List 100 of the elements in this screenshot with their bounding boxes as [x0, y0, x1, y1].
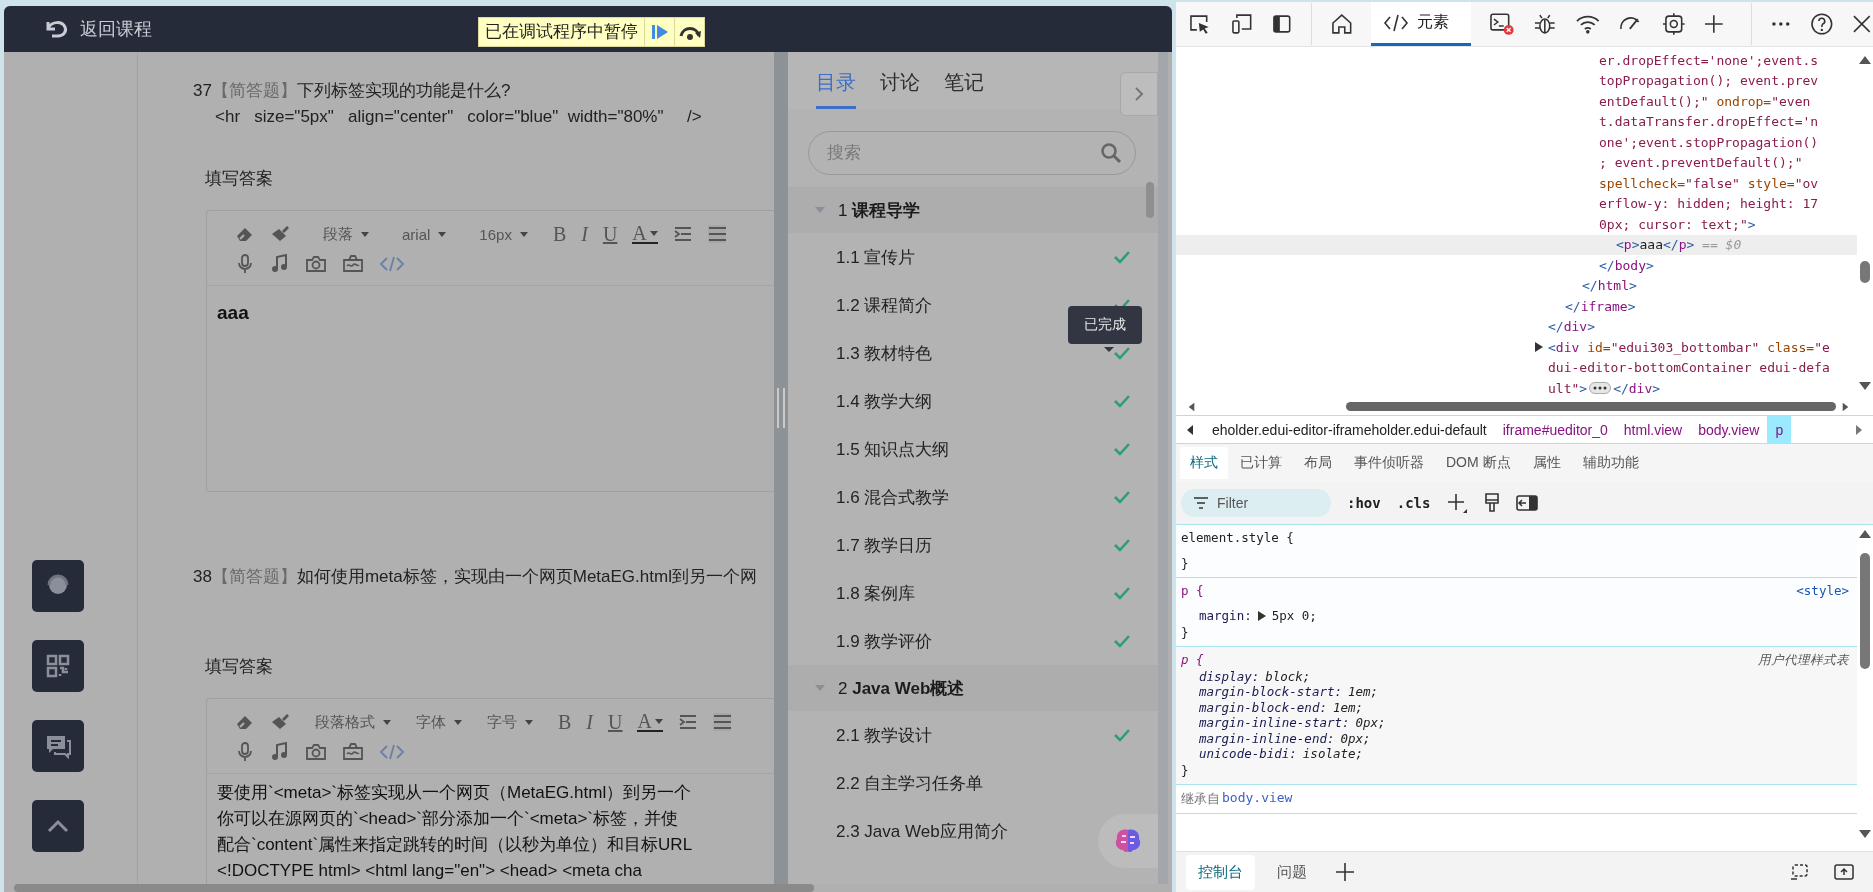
scroll-up-icon[interactable]	[1859, 529, 1871, 539]
styles-tab[interactable]: 样式	[1180, 447, 1228, 479]
breadcrumb[interactable]: html.view	[1615, 416, 1691, 443]
drawer-tab[interactable]: 问题	[1265, 854, 1319, 890]
inherited-link[interactable]: body.view	[1222, 789, 1293, 808]
console-icon[interactable]	[1489, 12, 1516, 36]
list-icon[interactable]	[712, 713, 731, 731]
underline-button[interactable]: U	[608, 710, 623, 734]
caret-left-icon[interactable]	[1186, 424, 1194, 435]
scrollbar-thumb[interactable]	[1346, 402, 1836, 411]
styles-tab[interactable]: 布局	[1294, 447, 1342, 479]
support-button[interactable]	[32, 560, 84, 612]
breadcrumb[interactable]: body.view	[1690, 416, 1768, 443]
styles-tab[interactable]: 已计算	[1230, 447, 1292, 479]
indent-icon[interactable]	[677, 713, 698, 731]
chapter-row[interactable]: 2 Java Web概述	[788, 665, 1158, 711]
underline-button[interactable]: U	[602, 222, 618, 246]
closing-brace: }	[1181, 555, 1190, 573]
ellipsis-icon[interactable]	[1589, 382, 1612, 395]
lesson-link[interactable]: 1.6 混合式教学	[836, 485, 950, 509]
chat-button[interactable]	[32, 720, 84, 772]
breadcrumb[interactable]: eholder.edui-editor-iframeholder.edui-default	[1204, 416, 1495, 443]
panel-tab[interactable]: 笔记	[944, 69, 984, 109]
back-to-top-button[interactable]	[32, 800, 84, 852]
panel-tab[interactable]: 讨论	[880, 69, 920, 109]
device-icon[interactable]	[1229, 13, 1254, 35]
format-dropdown[interactable]: 段落	[323, 224, 369, 244]
screen-cast-icon[interactable]	[1789, 863, 1811, 881]
filter-field[interactable]: Filter	[1181, 489, 1331, 517]
lesson-link[interactable]: 1.5 知识点大纲	[836, 437, 950, 461]
chapter-row[interactable]: 1 课程导学	[788, 187, 1158, 233]
format-dropdown[interactable]: 段落格式	[315, 712, 391, 732]
font-dropdown[interactable]: 字体	[416, 712, 462, 732]
hover-state-button[interactable]: :hov	[1347, 495, 1381, 511]
indent-icon[interactable]	[672, 225, 693, 243]
image-box-icon[interactable]	[342, 254, 364, 274]
lesson-link[interactable]: 2.3 Java Web应用简介	[836, 819, 1008, 843]
font-size-dropdown[interactable]: 字号	[487, 712, 533, 732]
help-icon[interactable]	[1809, 12, 1834, 36]
stylesheet-link[interactable]: <style>	[1796, 582, 1849, 600]
image-box-icon[interactable]	[342, 742, 364, 762]
lesson-link[interactable]: 1.3 教材特色	[836, 341, 933, 365]
microphone-icon[interactable]	[235, 254, 255, 274]
elements-tab[interactable]: 元素	[1371, 2, 1472, 46]
styles-tab[interactable]: 事件侦听器	[1344, 447, 1434, 479]
lesson-link[interactable]: 1.9 教学评价	[836, 629, 933, 653]
scrollbar-thumb[interactable]	[1146, 182, 1154, 218]
lesson-link[interactable]: 2.2 自主学习任务单	[836, 771, 984, 795]
expand-triangle-icon[interactable]	[1257, 610, 1266, 621]
class-button[interactable]: .cls	[1396, 495, 1431, 511]
scrollbar-thumb[interactable]	[14, 884, 814, 892]
scroll-down-icon[interactable]	[1859, 829, 1871, 839]
sidebar-icon[interactable]	[1271, 13, 1293, 35]
sidebar-toggle-icon[interactable]	[1516, 494, 1539, 512]
scroll-up-icon[interactable]	[1859, 55, 1871, 65]
breadcrumb[interactable]: p	[1767, 416, 1792, 443]
paint-brush-icon[interactable]	[1484, 492, 1501, 514]
resize-handle[interactable]	[774, 52, 788, 884]
search-field[interactable]: 搜索	[808, 131, 1136, 175]
plus-icon[interactable]	[1335, 862, 1355, 882]
dock-icon[interactable]	[1833, 863, 1855, 881]
scroll-right-icon[interactable]	[1842, 401, 1849, 413]
microphone-icon[interactable]	[235, 742, 255, 762]
lesson-link[interactable]: 2.1 教学设计	[836, 723, 933, 747]
scrollbar-thumb[interactable]	[1860, 261, 1870, 283]
lesson-link[interactable]: 1.7 教学日历	[836, 533, 933, 557]
lesson-link[interactable]: 1.8 案例库	[836, 581, 916, 605]
close-icon[interactable]	[1851, 13, 1873, 35]
drawer-tab[interactable]: 控制台	[1186, 854, 1255, 890]
scroll-down-icon[interactable]	[1859, 381, 1871, 391]
camera-icon[interactable]	[305, 742, 327, 762]
breadcrumb[interactable]: iframe#ueditor_0	[1494, 416, 1616, 443]
lesson-link[interactable]: 1.4 教学大纲	[836, 389, 933, 413]
styles-tab[interactable]: DOM 断点	[1436, 447, 1521, 479]
back-button[interactable]: 返回课程	[44, 17, 152, 41]
home-icon[interactable]	[1329, 13, 1354, 35]
music-note-icon[interactable]	[270, 742, 290, 762]
list-icon[interactable]	[707, 225, 726, 243]
font-dropdown[interactable]: arial	[402, 225, 447, 243]
music-note-icon[interactable]	[270, 254, 290, 274]
lesson-link[interactable]: 1.2 课程简介	[836, 293, 933, 317]
answer-text-line: <!DOCTYPE html> <html lang="en"> <head> <meta cha	[217, 860, 644, 882]
wifi-icon[interactable]	[1574, 13, 1601, 35]
settings-icon[interactable]	[1661, 12, 1686, 36]
eraser-icon[interactable]	[235, 713, 255, 731]
plus-icon[interactable]	[1703, 13, 1726, 35]
new-rule-icon[interactable]	[1446, 492, 1469, 514]
assistant-button[interactable]	[1098, 814, 1158, 868]
lesson-link[interactable]: 1.1 宣传片	[836, 245, 916, 269]
camera-icon[interactable]	[305, 254, 327, 274]
scrollbar-thumb[interactable]	[1860, 553, 1870, 669]
bug-icon[interactable]	[1533, 12, 1557, 36]
scroll-left-icon[interactable]	[1188, 401, 1195, 413]
qr-code-button[interactable]	[32, 640, 84, 692]
expand-triangle-icon[interactable]	[1534, 341, 1544, 354]
eraser-icon[interactable]	[235, 225, 255, 243]
styles-tab[interactable]: 属性	[1522, 447, 1571, 479]
caret-right-icon[interactable]	[1855, 424, 1863, 435]
step-over-button[interactable]	[674, 18, 704, 46]
styles-tab[interactable]: 辅助功能	[1572, 447, 1649, 479]
